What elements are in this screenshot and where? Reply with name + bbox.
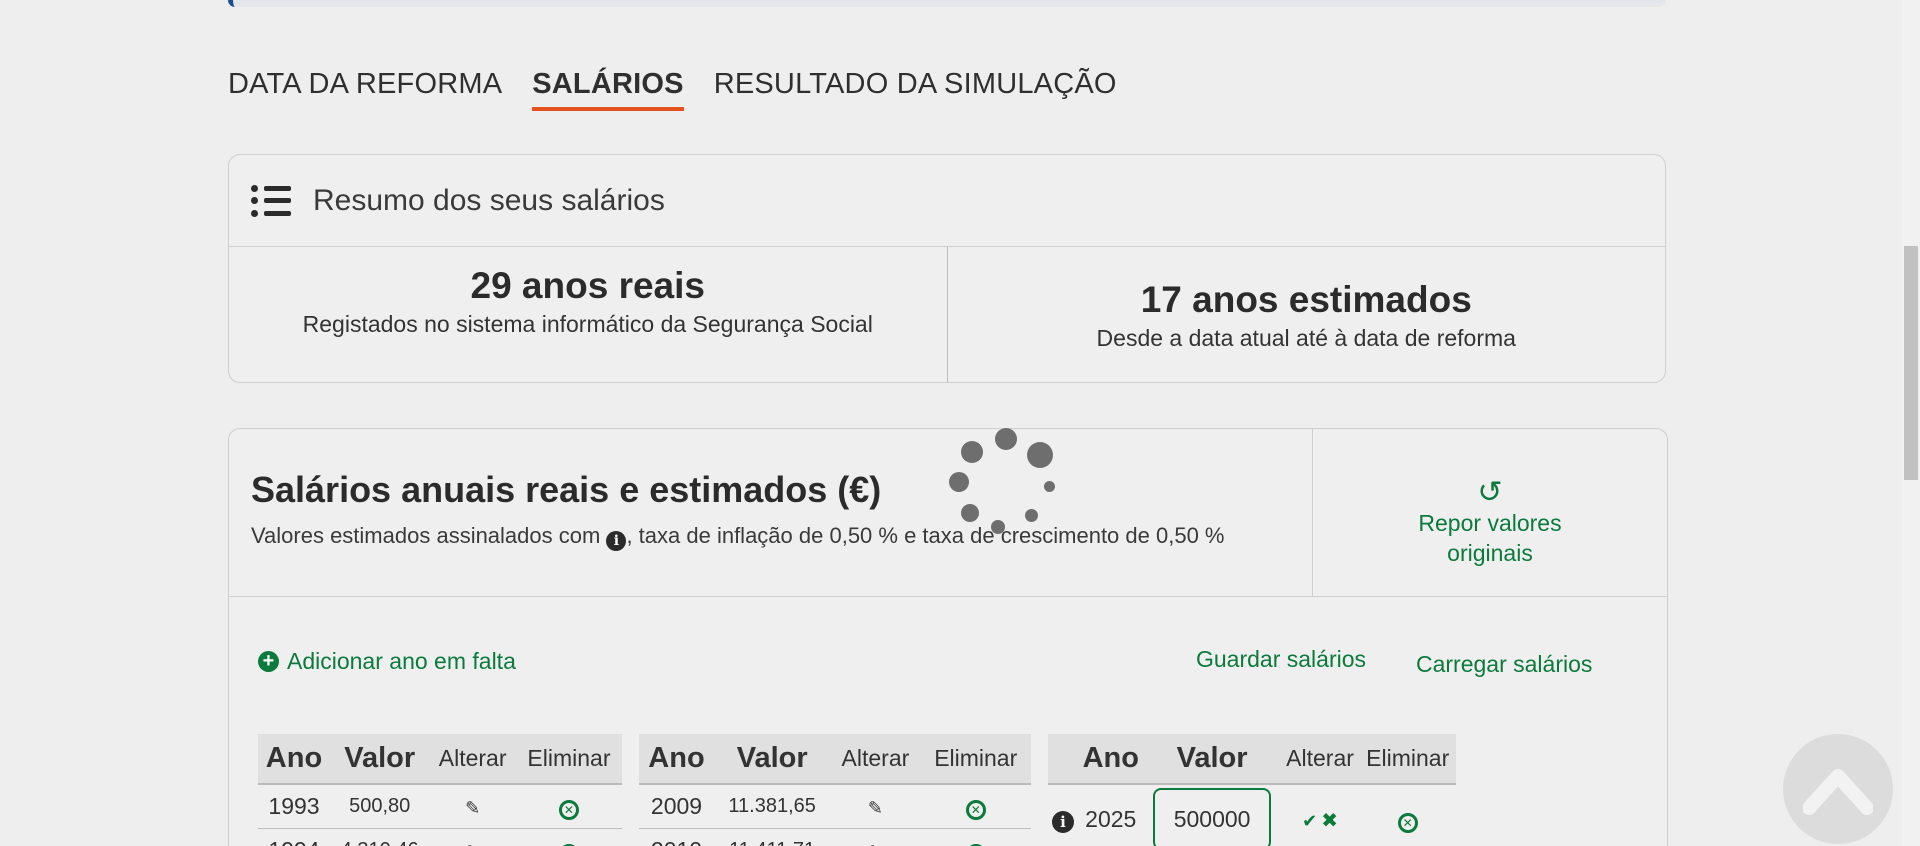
year-cell: 2025 <box>1078 784 1144 846</box>
value-cell: 4.310,46 <box>329 828 430 846</box>
salary-summary-card: Resumo dos seus salários 29 anos reais R… <box>228 154 1666 383</box>
plus-circle-icon: + <box>258 651 279 672</box>
summary-header: Resumo dos seus salários <box>229 155 1665 247</box>
list-icon <box>251 184 291 217</box>
real-years-caption: Registados no sistema informático da Seg… <box>302 311 873 337</box>
pencil-icon[interactable]: ✎ <box>465 798 480 818</box>
reset-values-button[interactable]: ↺ Repor valores originais <box>1312 429 1667 596</box>
col-delete: Eliminar <box>1359 734 1456 785</box>
salaries-title: Salários anuais reais e estimados (€) <box>251 469 882 510</box>
year-cell: 2010 <box>639 828 714 846</box>
reset-values-label: Repor valores originais <box>1418 509 1562 566</box>
page-scrollbar[interactable] <box>1902 0 1920 846</box>
col-year: Ano <box>639 734 714 785</box>
table-row: 1994 4.310,46 ✎ ✕ <box>258 828 622 846</box>
load-salaries-link[interactable]: Carregar salários <box>1416 651 1592 678</box>
estimated-years-panel: 17 anos estimados Desde a data atual até… <box>946 247 1666 383</box>
tab-data-da-reforma[interactable]: DATA DA REFORMA <box>228 68 502 111</box>
real-years-count: 29 anos reais <box>470 265 705 306</box>
undo-icon: ↺ <box>1477 475 1503 509</box>
delete-circle-icon[interactable]: ✕ <box>965 799 986 820</box>
top-banner-edge <box>228 0 1666 7</box>
table-row: i 2025 ✔✖ ✕ <box>1048 784 1456 846</box>
loading-spinner-icon <box>945 428 1055 538</box>
summary-title: Resumo dos seus salários <box>313 183 665 217</box>
value-cell: 500,80 <box>329 784 430 829</box>
tab-salarios[interactable]: SALÁRIOS <box>532 68 684 111</box>
pencil-icon[interactable]: ✎ <box>868 842 883 846</box>
real-years-panel: 29 anos reais Registados no sistema info… <box>229 247 947 383</box>
value-cell: 11.381,65 <box>713 784 831 829</box>
salary-value-input[interactable] <box>1153 788 1272 846</box>
col-value: Valor <box>1143 734 1281 785</box>
add-missing-year-link[interactable]: + Adicionar ano em falta <box>258 648 516 675</box>
year-cell: 2009 <box>639 784 714 829</box>
col-value: Valor <box>713 734 831 785</box>
col-edit: Alterar <box>830 734 921 785</box>
pencil-icon[interactable]: ✎ <box>868 798 883 818</box>
info-icon: i <box>606 531 627 551</box>
salaries-description: Valores estimados assinalados com i, tax… <box>251 523 1225 551</box>
value-cell: 11.411,71 <box>713 828 831 846</box>
chevron-up-icon <box>1803 769 1873 815</box>
table-row: 1993 500,80 ✎ ✕ <box>258 784 622 829</box>
delete-circle-icon[interactable]: ✕ <box>1397 812 1418 833</box>
col-value: Valor <box>329 734 430 785</box>
back-to-top-button[interactable] <box>1783 734 1893 844</box>
estimated-info-icon: i <box>1052 810 1074 833</box>
col-edit: Alterar <box>1280 734 1360 785</box>
table-row: 2010 11.411,71 ✎ ✕ <box>639 828 1031 846</box>
year-cell: 1993 <box>258 784 330 829</box>
salaries-table-3: Ano Valor Alterar Eliminar i 2025 ✔✖ ✕ <box>1048 734 1456 846</box>
col-year: Ano <box>1078 734 1144 785</box>
scrollbar-thumb[interactable] <box>1904 246 1918 480</box>
salaries-table-2: Ano Valor Alterar Eliminar 2009 11.381,6… <box>639 734 1031 846</box>
col-delete: Eliminar <box>920 734 1031 785</box>
col-edit: Alterar <box>429 734 516 785</box>
cancel-x-icon[interactable]: ✖ <box>1321 810 1338 832</box>
tab-resultado-da-simulacao[interactable]: RESULTADO DA SIMULAÇÃO <box>714 68 1117 111</box>
estimated-years-count: 17 anos estimados <box>1140 278 1472 320</box>
pencil-icon[interactable]: ✎ <box>465 842 480 846</box>
save-salaries-link[interactable]: Guardar salários <box>1196 646 1366 673</box>
col-year: Ano <box>258 734 330 785</box>
year-cell: 1994 <box>258 828 330 846</box>
table-row: 2009 11.381,65 ✎ ✕ <box>639 784 1031 829</box>
col-delete: Eliminar <box>515 734 622 785</box>
simulation-tabs: DATA DA REFORMA SALÁRIOS RESULTADO DA SI… <box>228 68 1117 111</box>
check-icon[interactable]: ✔ <box>1302 811 1317 831</box>
estimated-years-caption: Desde a data atual até à data de reforma <box>1096 324 1516 351</box>
salaries-table-1: Ano Valor Alterar Eliminar 1993 500,80 ✎… <box>258 734 622 846</box>
delete-circle-icon[interactable]: ✕ <box>558 799 579 820</box>
